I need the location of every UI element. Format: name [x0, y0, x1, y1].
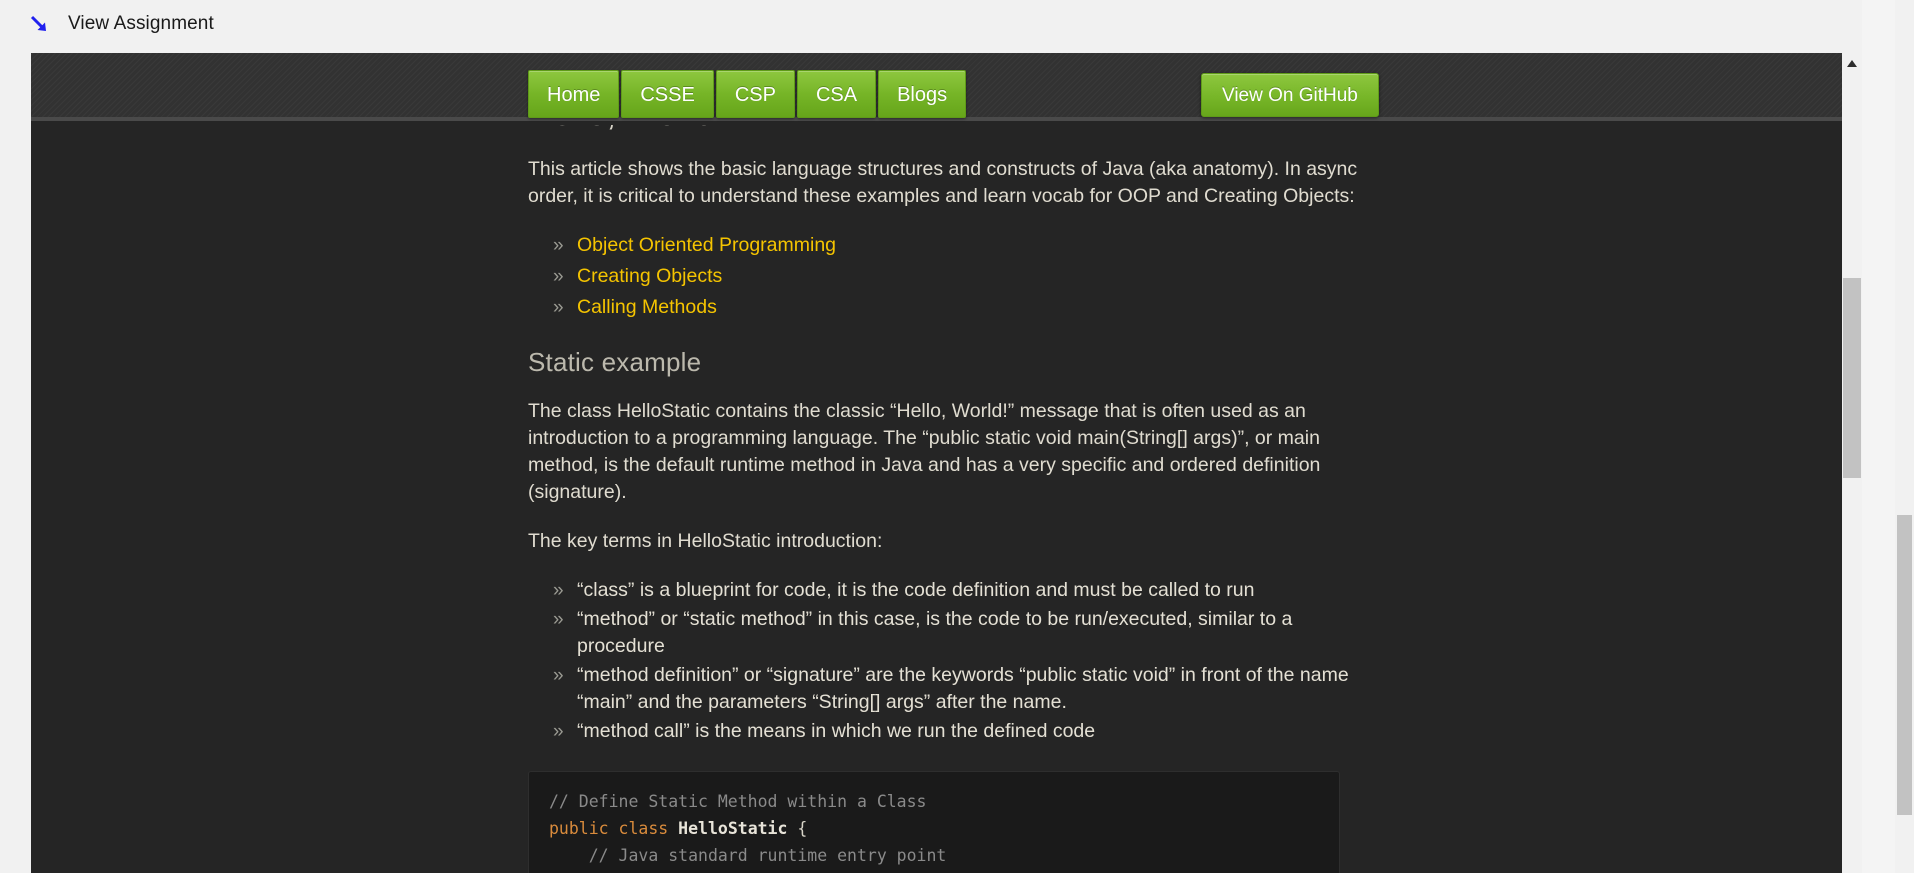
- page-title: Hello, World!: [528, 125, 1378, 134]
- nav-item-blogs[interactable]: Blogs: [878, 70, 967, 118]
- list-item: Creating Objects: [553, 263, 1378, 290]
- nav-item-csse[interactable]: CSSE: [621, 70, 714, 118]
- list-item: “class” is a blueprint for code, it is t…: [553, 577, 1378, 604]
- scrollbar-thumb[interactable]: [1843, 278, 1861, 478]
- nav-item-csp[interactable]: CSP: [715, 70, 795, 118]
- site-header-band: Home CSSE CSP CSA Blogs View On GitHub: [31, 53, 1842, 121]
- link-object-oriented-programming[interactable]: Object Oriented Programming: [577, 234, 836, 256]
- code-text: {: [787, 819, 808, 838]
- list-item: Object Oriented Programming: [553, 232, 1378, 259]
- key-terms-list: “class” is a blueprint for code, it is t…: [528, 577, 1378, 745]
- code-comment: // Define Static Method within a Class: [549, 792, 927, 811]
- view-on-github-button[interactable]: View On GitHub: [1201, 73, 1379, 117]
- diagonal-arrow-down-right-icon: [30, 15, 46, 31]
- article-link-list: Object Oriented Programming Creating Obj…: [528, 232, 1378, 321]
- site-panel: Home CSSE CSP CSA Blogs View On GitHub H…: [31, 53, 1842, 873]
- static-example-paragraph: The class HelloStatic contains the class…: [528, 400, 1321, 503]
- site-content-scroll-region: Hello, World! This article shows the bas…: [31, 125, 1842, 873]
- page-scrollbar-thumb[interactable]: [1897, 515, 1912, 815]
- code-keyword: class: [618, 819, 669, 838]
- section-heading-static-example: Static example: [528, 347, 702, 377]
- primary-navigation: Home CSSE CSP CSA Blogs: [528, 70, 967, 118]
- link-creating-objects[interactable]: Creating Objects: [577, 265, 722, 287]
- list-item: Calling Methods: [553, 294, 1378, 321]
- nav-item-home[interactable]: Home: [528, 70, 620, 118]
- page-scrollbar[interactable]: [1895, 0, 1914, 873]
- article-intro-paragraph: This article shows the basic language st…: [528, 158, 1358, 207]
- article: Hello, World! This article shows the bas…: [528, 125, 1378, 873]
- nav-item-csa[interactable]: CSA: [796, 70, 877, 118]
- host-window-title: View Assignment: [68, 13, 214, 34]
- site-panel-scrollbar[interactable]: [1842, 53, 1862, 873]
- code-comment: // Java standard runtime entry point: [549, 846, 947, 865]
- code-keyword: public: [549, 819, 609, 838]
- list-item: “method definition” or “signature” are t…: [553, 662, 1378, 716]
- key-terms-intro: The key terms in HelloStatic introductio…: [528, 530, 883, 552]
- host-top-bar: View Assignment: [0, 0, 1914, 48]
- code-block-hellostatic: // Define Static Method within a Class p…: [528, 771, 1340, 873]
- scroll-up-arrow-icon[interactable]: [1842, 53, 1862, 73]
- code-type: HelloStatic: [678, 819, 788, 838]
- list-item: “method” or “static method” in this case…: [553, 606, 1378, 660]
- list-item: “method call” is the means in which we r…: [553, 718, 1378, 745]
- page-gutter: [1862, 0, 1895, 873]
- link-calling-methods[interactable]: Calling Methods: [577, 296, 717, 318]
